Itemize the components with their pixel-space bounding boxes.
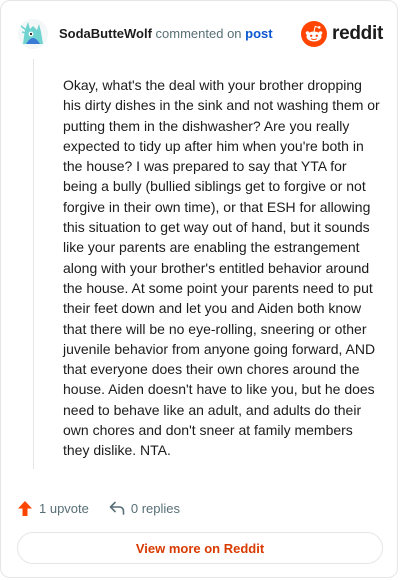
replies-button[interactable]: 0 replies bbox=[109, 501, 180, 516]
reddit-wordmark: reddit bbox=[332, 23, 383, 44]
upvote-count: 1 upvote bbox=[39, 500, 89, 516]
comment-card: SodaButteWolf commented on post reddit O… bbox=[0, 0, 398, 578]
reddit-brand[interactable]: reddit bbox=[301, 21, 383, 47]
username[interactable]: SodaButteWolf bbox=[59, 26, 152, 41]
post-link[interactable]: post bbox=[245, 26, 272, 41]
thread-line bbox=[33, 59, 34, 469]
comment-meta: SodaButteWolf commented on post bbox=[59, 26, 273, 42]
upvote-button[interactable]: 1 upvote bbox=[17, 500, 89, 517]
replies-count: 0 replies bbox=[130, 500, 181, 516]
wolf-avatar-icon[interactable] bbox=[17, 18, 49, 50]
comment-actions: 1 upvote 0 replies bbox=[17, 497, 200, 519]
comment-header: SodaButteWolf commented on post reddit bbox=[17, 17, 383, 51]
upvote-arrow-icon bbox=[18, 500, 32, 516]
reddit-snoo-icon bbox=[301, 21, 328, 47]
commented-on-text: commented on bbox=[155, 26, 242, 41]
view-more-button[interactable]: View more on Reddit bbox=[17, 532, 383, 564]
reply-arrow-icon bbox=[109, 501, 125, 515]
comment-body: Okay, what's the deal with your brother … bbox=[63, 77, 380, 459]
